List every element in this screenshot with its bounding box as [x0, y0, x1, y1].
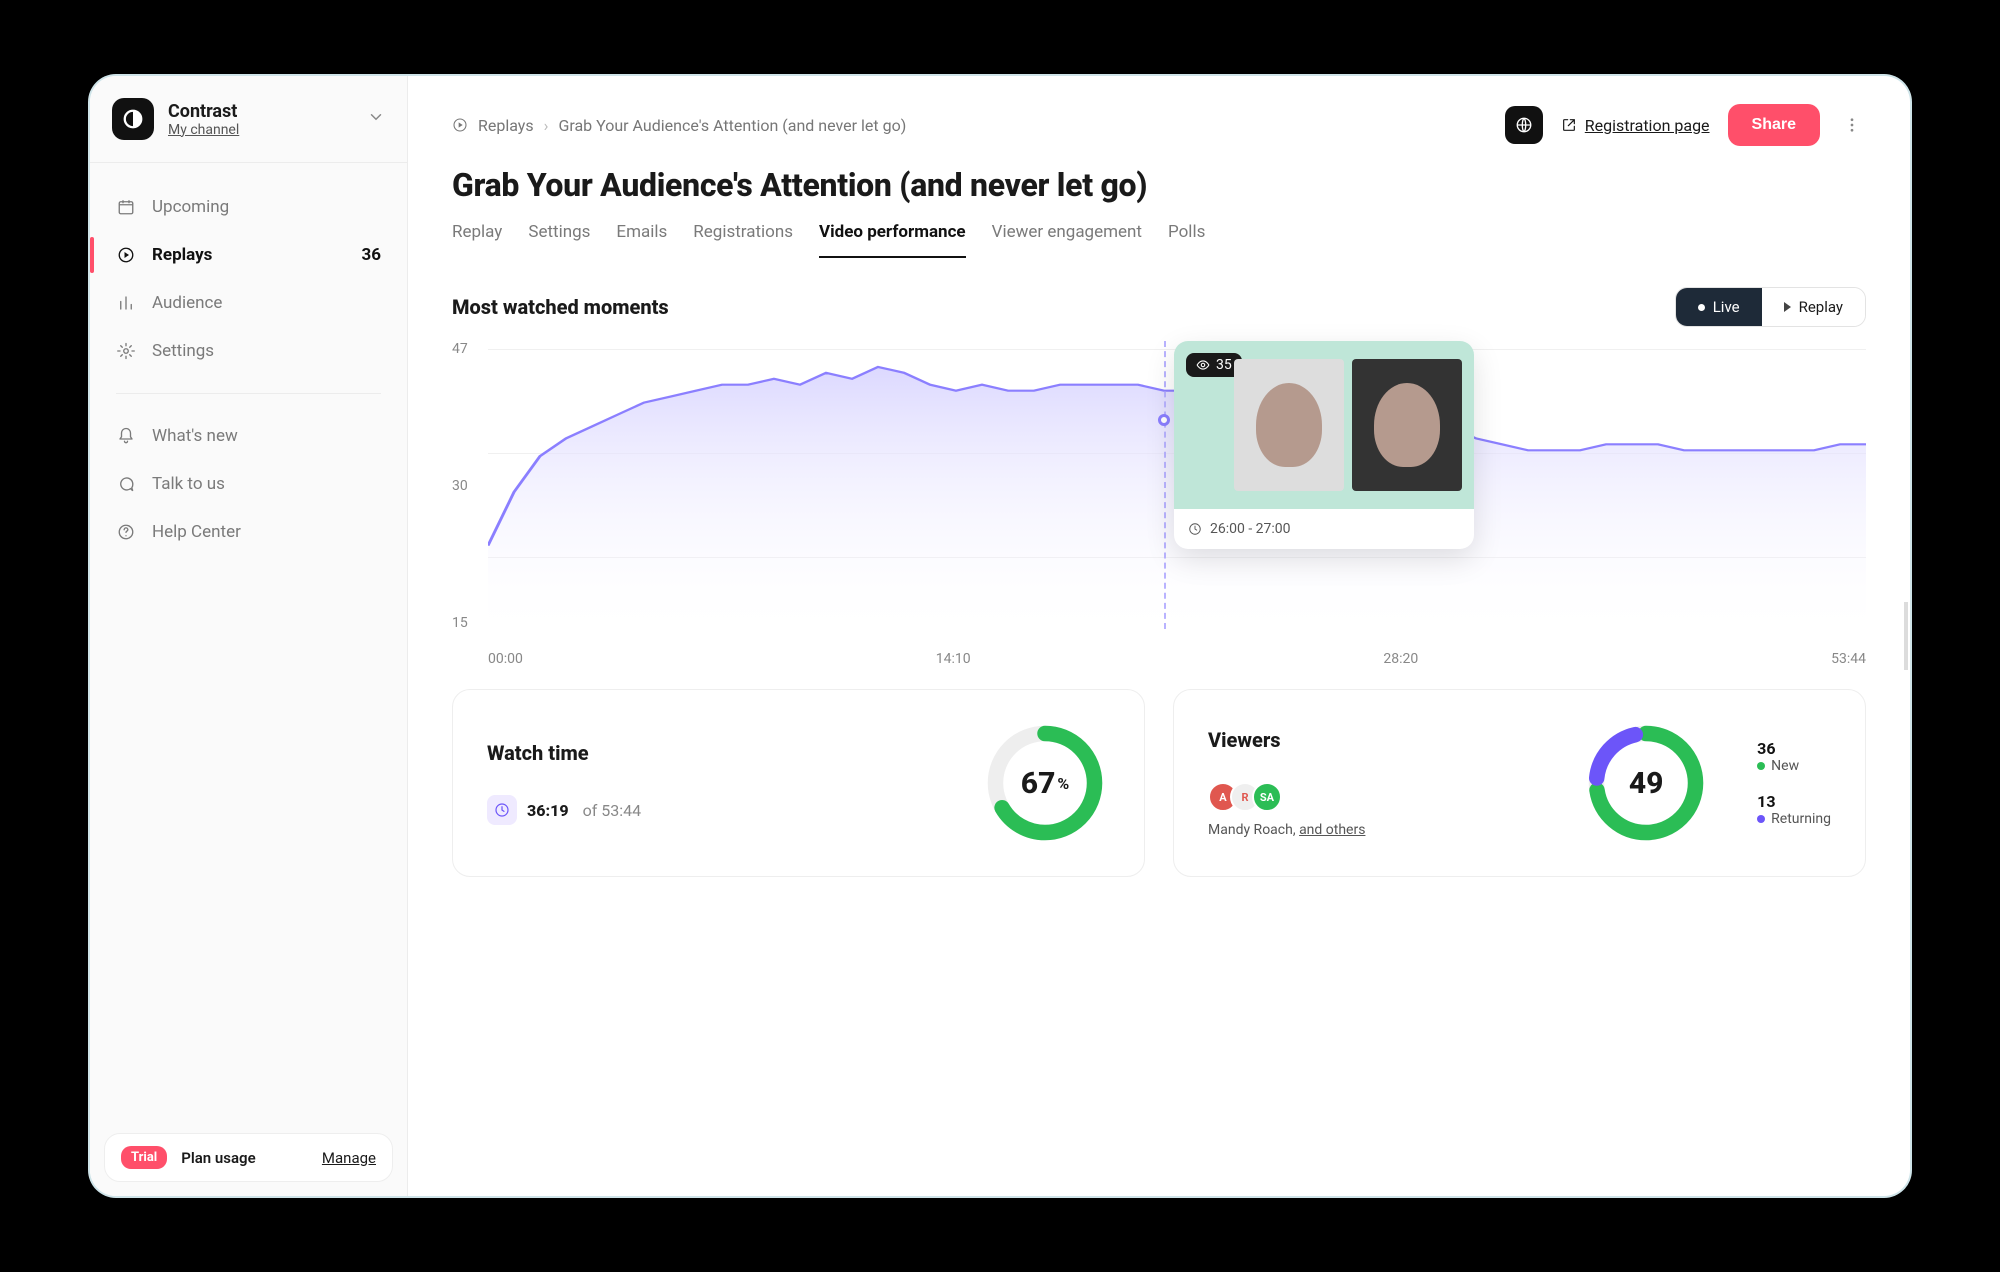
dot-icon: [1757, 762, 1765, 770]
share-button[interactable]: Share: [1728, 104, 1820, 146]
brand-subtitle[interactable]: My channel: [168, 122, 353, 138]
dots-vertical-icon: [1843, 116, 1861, 134]
play-circle-icon: [116, 245, 136, 265]
tooltip-thumbnail: 35: [1174, 341, 1474, 509]
tab-replay[interactable]: Replay: [452, 222, 502, 258]
sidebar-item-whats-new[interactable]: What's new: [90, 412, 407, 460]
chevron-right-icon: ›: [544, 116, 549, 135]
chart-tooltip: 35 26:00 - 27:00: [1174, 341, 1474, 549]
toggle-replay[interactable]: Replay: [1762, 288, 1865, 326]
sidebar-item-label: Help Center: [152, 522, 241, 542]
card-title: Watch time: [487, 741, 954, 765]
eye-icon: [1196, 358, 1210, 372]
registration-page-link[interactable]: Registration page: [1561, 116, 1710, 135]
bell-icon: [116, 426, 136, 446]
brand-logo: [112, 98, 154, 140]
help-icon: [116, 522, 136, 542]
chevron-down-icon: [367, 108, 385, 130]
dot-icon: [1698, 304, 1705, 311]
calendar-icon: [116, 197, 136, 217]
legend-returning: 13 Returning: [1757, 792, 1831, 827]
y-axis-labels: 47 30 15: [452, 341, 468, 631]
sidebar-item-label: What's new: [152, 426, 238, 446]
tab-settings[interactable]: Settings: [528, 222, 590, 258]
watch-time-total: of 53:44: [583, 801, 642, 820]
sidebar-item-settings[interactable]: Settings: [90, 327, 407, 375]
viewer-avatars: A R SA: [1208, 782, 1555, 812]
page-title: Grab Your Audience's Attention (and neve…: [408, 166, 1910, 204]
chat-icon: [116, 474, 136, 494]
plan-usage-label: Plan usage: [181, 1149, 255, 1167]
tabs: Replay Settings Emails Registrations Vid…: [408, 204, 1910, 259]
toggle-live[interactable]: Live: [1676, 288, 1762, 326]
x-axis-labels: 00:00 14:10 28:20 53:44: [408, 641, 1910, 667]
viewers-card: Viewers A R SA Mandy Roach, and others: [1173, 689, 1866, 877]
chart-bar-icon: [116, 293, 136, 313]
breadcrumb-current: Grab Your Audience's Attention (and neve…: [558, 116, 906, 135]
viewers-donut: 49: [1581, 718, 1711, 848]
sidebar-footer: Trial Plan usage Manage: [90, 1119, 407, 1196]
sidebar-item-label: Audience: [152, 293, 222, 313]
primary-nav: Upcoming Replays 36 Audience Settings: [90, 163, 407, 566]
sidebar-item-talk-to-us[interactable]: Talk to us: [90, 460, 407, 508]
sidebar-item-label: Replays: [152, 245, 212, 265]
manage-link[interactable]: Manage: [322, 1149, 376, 1167]
app-window: Contrast My channel Upcoming Replays 36: [90, 76, 1910, 1196]
clock-icon: [487, 795, 517, 825]
moments-chart[interactable]: 47 30 15 35: [408, 341, 1910, 641]
live-replay-toggle: Live Replay: [1675, 287, 1866, 327]
breadcrumb: Replays › Grab Your Audience's Attention…: [452, 116, 906, 135]
dot-icon: [1757, 815, 1765, 823]
sidebar: Contrast My channel Upcoming Replays 36: [90, 76, 408, 1196]
card-title: Viewers: [1208, 728, 1555, 752]
tab-emails[interactable]: Emails: [616, 222, 667, 258]
legend-new: 36 New: [1757, 739, 1831, 774]
and-others-link[interactable]: and others: [1299, 822, 1365, 838]
watch-time-card: Watch time 36:19 of 53:44 67%: [452, 689, 1145, 877]
contrast-icon: [122, 108, 144, 130]
plan-usage-card[interactable]: Trial Plan usage Manage: [104, 1133, 393, 1182]
brand-title: Contrast: [168, 101, 353, 122]
divider: [116, 393, 381, 394]
scrollbar[interactable]: [1902, 76, 1910, 1196]
sidebar-item-label: Talk to us: [152, 474, 225, 494]
trial-badge: Trial: [121, 1146, 167, 1169]
external-link-icon: [1561, 117, 1577, 133]
play-icon: [1784, 302, 1791, 312]
sidebar-item-label: Settings: [152, 341, 214, 361]
workspace-switcher[interactable]: Contrast My channel: [90, 76, 407, 163]
tab-registrations[interactable]: Registrations: [693, 222, 793, 258]
breadcrumb-root[interactable]: Replays: [478, 116, 534, 135]
watch-time-donut: 67%: [980, 718, 1110, 848]
sidebar-item-label: Upcoming: [152, 197, 229, 217]
public-toggle-button[interactable]: [1505, 106, 1543, 144]
topbar: Replays › Grab Your Audience's Attention…: [408, 76, 1910, 166]
main-content: Replays › Grab Your Audience's Attention…: [408, 76, 1910, 1196]
section-title: Most watched moments: [452, 295, 669, 319]
gear-icon: [116, 341, 136, 361]
globe-icon: [1515, 116, 1533, 134]
tab-viewer-engagement[interactable]: Viewer engagement: [992, 222, 1142, 258]
sidebar-item-audience[interactable]: Audience: [90, 279, 407, 327]
sidebar-item-help-center[interactable]: Help Center: [90, 508, 407, 556]
sidebar-item-count: 36: [361, 245, 381, 265]
more-menu-button[interactable]: [1838, 116, 1866, 134]
tab-video-performance[interactable]: Video performance: [819, 222, 966, 258]
avatar: SA: [1252, 782, 1282, 812]
sidebar-item-upcoming[interactable]: Upcoming: [90, 183, 407, 231]
play-circle-icon: [452, 117, 468, 133]
watch-time-value: 36:19: [527, 801, 569, 820]
tab-polls[interactable]: Polls: [1168, 222, 1205, 258]
clock-icon: [1188, 522, 1202, 536]
viewers-legend: 36 New 13 Returning: [1757, 739, 1831, 827]
sidebar-item-replays[interactable]: Replays 36: [90, 231, 407, 279]
viewer-name: Mandy Roach,: [1208, 822, 1299, 838]
